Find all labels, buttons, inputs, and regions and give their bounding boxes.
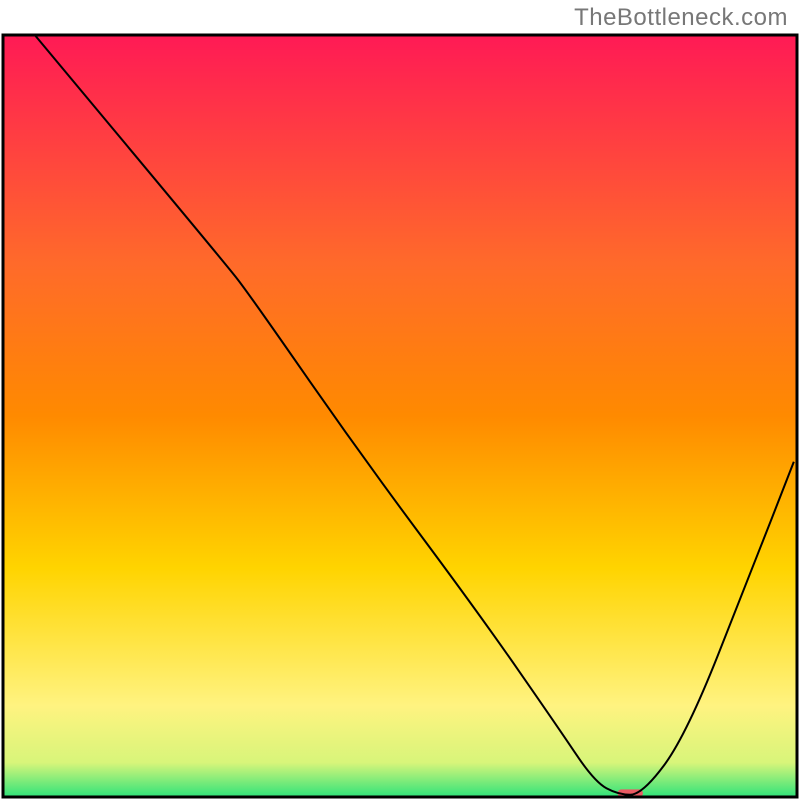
gradient-background [3,35,797,797]
chart-container: TheBottleneck.com [0,0,800,800]
bottleneck-chart [0,0,800,800]
watermark-text: TheBottleneck.com [574,4,788,32]
